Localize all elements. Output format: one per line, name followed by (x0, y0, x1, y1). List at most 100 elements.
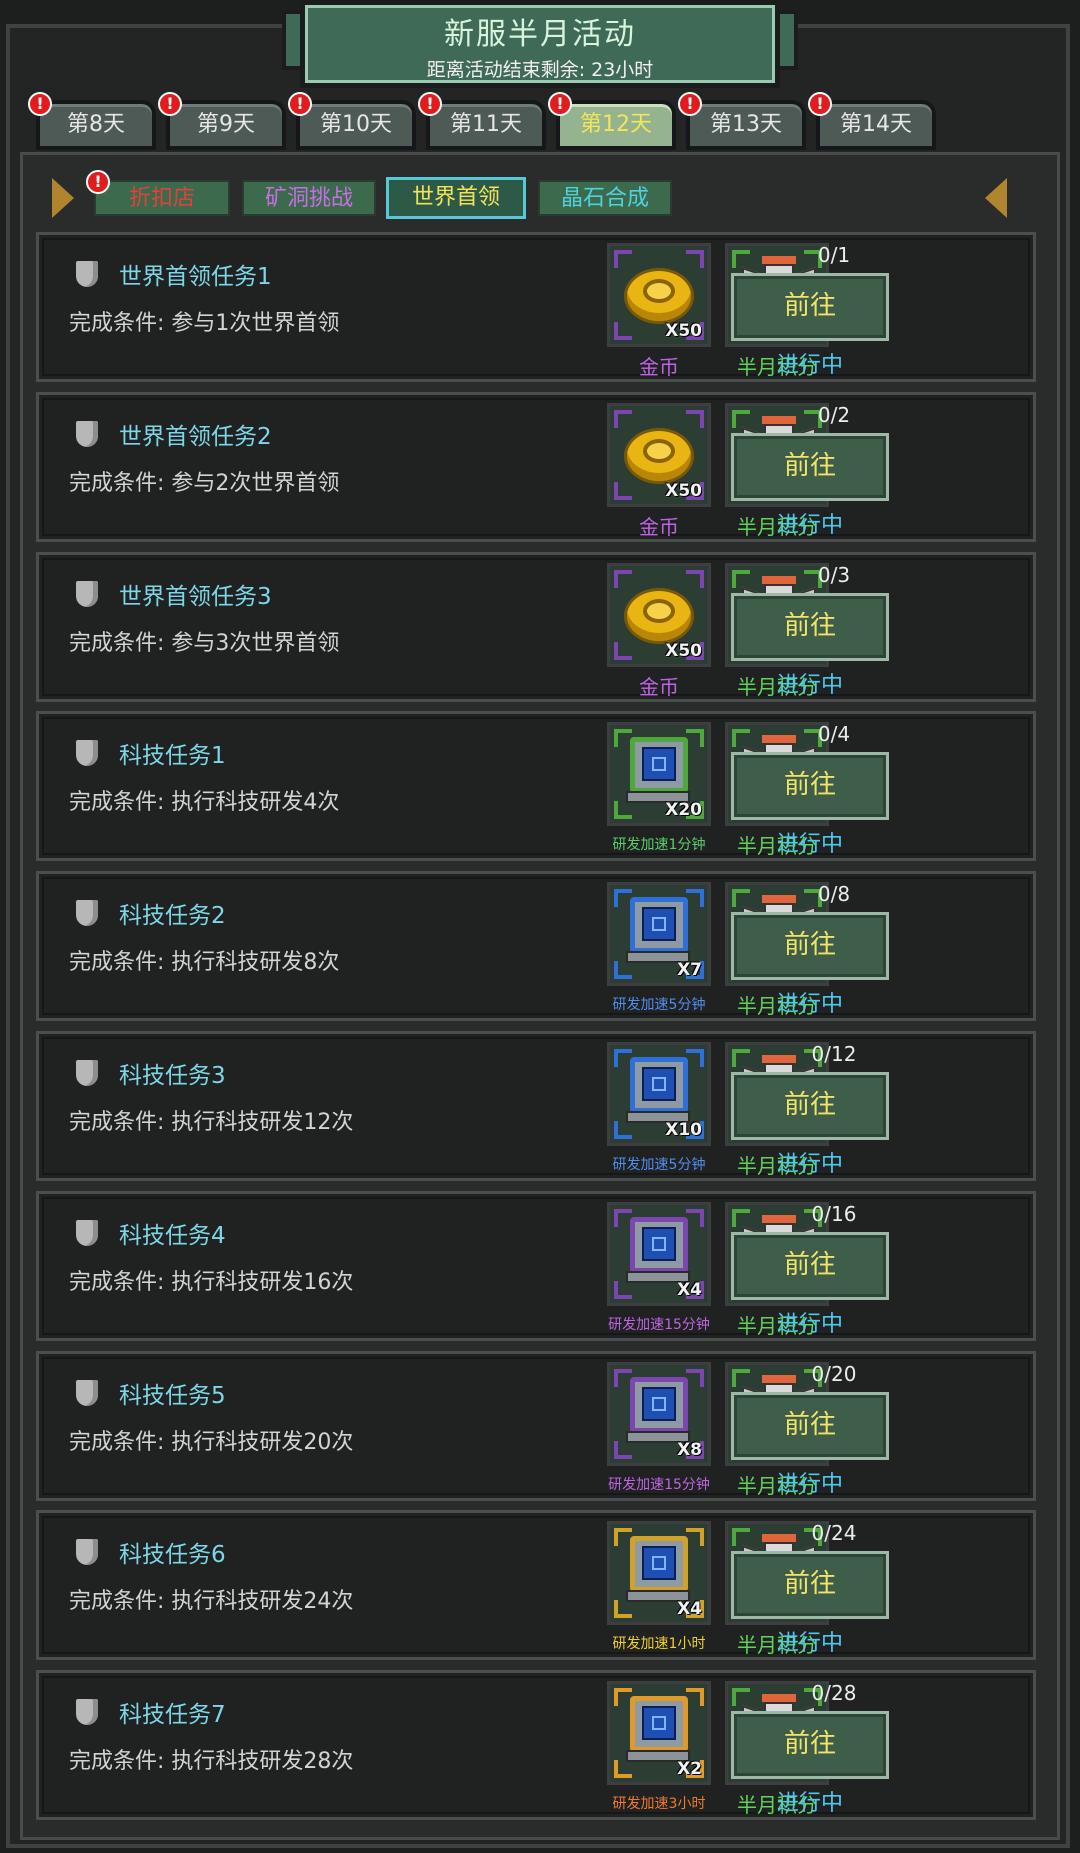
go-button[interactable]: 前往 (731, 1551, 889, 1620)
alert-badge-icon: ! (288, 92, 312, 116)
task-progress: 0/2 (817, 402, 851, 427)
slot-corner (614, 250, 632, 268)
reward-slot[interactable]: X10 (607, 1042, 711, 1146)
task-condition: 完成条件: 执行科技研发24次 (69, 1589, 354, 1615)
day-tab-11[interactable]: 第11天 (426, 100, 546, 150)
task-condition: 完成条件: 参与2次世界首领 (69, 470, 340, 496)
go-button[interactable]: 前往 (731, 592, 889, 661)
task-status: 进行中 (776, 992, 843, 1018)
task-title: 世界首领任务2 (119, 423, 272, 450)
scroll-left-arrow-icon[interactable] (52, 178, 74, 218)
go-button[interactable]: 前往 (731, 1072, 889, 1140)
coin-emblem (643, 279, 675, 303)
task-title: 世界首领任务1 (119, 264, 272, 290)
task-title: 科技任务6 (119, 1542, 226, 1569)
day-tab-12[interactable]: 第12天 (556, 100, 676, 150)
task-card: 科技任务2完成条件: 执行科技研发8次X7研发加速5分钟★X10半月积分0/8前… (36, 871, 1036, 1022)
reward-name: 研发加速15分钟 (608, 1316, 710, 1333)
go-button[interactable]: 前往 (731, 1711, 889, 1780)
task-progress: 0/1 (817, 243, 851, 267)
go-button[interactable]: 前往 (731, 432, 889, 501)
reward-slot[interactable]: X4 (607, 1201, 711, 1306)
task-status: 进行中 (776, 832, 843, 858)
scroll-right-arrow-icon[interactable] (985, 178, 1007, 218)
go-button[interactable]: 前往 (731, 273, 889, 341)
reward-name: 研发加速1小时 (612, 1636, 706, 1653)
go-button[interactable]: 前往 (731, 1391, 889, 1460)
reward-quantity: X50 (665, 640, 702, 661)
shield-icon (76, 1699, 98, 1726)
task-condition: 完成条件: 参与1次世界首领 (69, 311, 340, 336)
task-status: 进行中 (776, 1471, 843, 1497)
reward-name: 研发加速5分钟 (612, 1157, 706, 1173)
task-title: 科技任务3 (119, 1063, 226, 1089)
task-card: 科技任务3完成条件: 执行科技研发12次X10研发加速5分钟★X10半月积分0/… (36, 1031, 1036, 1181)
task-title: 科技任务1 (119, 743, 226, 770)
reward-slot[interactable]: X4 (607, 1521, 711, 1626)
task-progress: 0/12 (811, 1042, 857, 1066)
category-tab-1[interactable]: 矿洞挑战 (242, 180, 376, 216)
category-tab-2[interactable]: 世界首领 (386, 177, 526, 219)
reward-name: 金币 (639, 514, 679, 539)
reward-name: 金币 (639, 355, 679, 379)
shield-icon (76, 1379, 98, 1406)
day-tab-8[interactable]: 第8天 (36, 100, 156, 150)
reward-slot[interactable]: X50 (607, 402, 711, 507)
shield-icon (76, 580, 98, 607)
task-card: 世界首领任务1完成条件: 参与1次世界首领X50金币★X10半月积分0/1前往进… (36, 232, 1036, 382)
task-status: 进行中 (776, 1152, 843, 1177)
reward-slot[interactable]: X2 (607, 1681, 711, 1786)
reward-quantity: X10 (665, 1120, 702, 1140)
reward-quantity: X2 (677, 1759, 702, 1780)
task-condition: 完成条件: 执行科技研发16次 (69, 1269, 354, 1295)
alert-badge-icon: ! (28, 92, 52, 116)
reward-name: 研发加速1分钟 (612, 837, 706, 854)
task-title: 科技任务2 (119, 903, 226, 930)
reward-slot[interactable]: X20 (607, 722, 711, 827)
alert-badge-icon: ! (418, 92, 442, 116)
reward-quantity: X50 (665, 321, 702, 341)
go-button[interactable]: 前往 (731, 912, 889, 981)
shield-icon (76, 900, 98, 927)
reward-name: 金币 (639, 674, 679, 699)
task-status: 进行中 (776, 1311, 843, 1337)
reward-slot[interactable]: X8 (607, 1361, 711, 1466)
event-title: 新服半月活动 (444, 17, 636, 52)
reward-slot[interactable]: X50 (607, 562, 711, 667)
slot-corner (614, 409, 632, 428)
event-header-banner: 新服半月活动 距离活动结束剩余: 23小时 (300, 0, 780, 88)
shield-icon (76, 1219, 98, 1246)
go-button[interactable]: 前往 (731, 1231, 889, 1300)
category-tab-0[interactable]: 折扣店 (94, 180, 230, 216)
reward-quantity: X20 (665, 800, 702, 821)
slot-corner (614, 569, 632, 588)
day-tab-14[interactable]: 第14天 (816, 100, 936, 150)
reward-slot[interactable]: X7 (607, 882, 711, 987)
task-title: 世界首领任务3 (119, 583, 272, 610)
shield-icon (76, 261, 98, 287)
go-button[interactable]: 前往 (731, 752, 889, 821)
reward-quantity: X7 (677, 960, 702, 981)
reward-quantity: X4 (677, 1599, 702, 1620)
task-card: 科技任务1完成条件: 执行科技研发4次X20研发加速1分钟★X10半月积分0/4… (36, 711, 1036, 862)
shield-icon (76, 420, 98, 447)
task-progress: 0/28 (811, 1681, 857, 1706)
task-title: 科技任务4 (119, 1222, 226, 1249)
reward-name: 研发加速3小时 (612, 1796, 706, 1813)
day-tab-10[interactable]: 第10天 (296, 100, 416, 150)
task-status: 进行中 (776, 1631, 843, 1657)
task-condition: 完成条件: 执行科技研发4次 (69, 790, 340, 816)
reward-name: 研发加速5分钟 (612, 997, 706, 1014)
slot-corner (614, 481, 632, 500)
day-tab-9[interactable]: 第9天 (166, 100, 286, 150)
category-tab-3[interactable]: 晶石合成 (538, 180, 672, 216)
gold-coin-icon (624, 427, 694, 484)
task-card: 科技任务6完成条件: 执行科技研发24次X4研发加速1小时★X20半月积分0/2… (36, 1510, 1036, 1661)
slot-corner (686, 250, 704, 268)
reward-slot[interactable]: X50 (607, 243, 711, 347)
task-card: 科技任务7完成条件: 执行科技研发28次X2研发加速3小时★X20半月积分0/2… (36, 1670, 1036, 1821)
task-status: 进行中 (776, 672, 843, 698)
shield-icon (76, 740, 98, 767)
day-tab-13[interactable]: 第13天 (686, 100, 806, 150)
task-condition: 完成条件: 参与3次世界首领 (69, 630, 340, 656)
